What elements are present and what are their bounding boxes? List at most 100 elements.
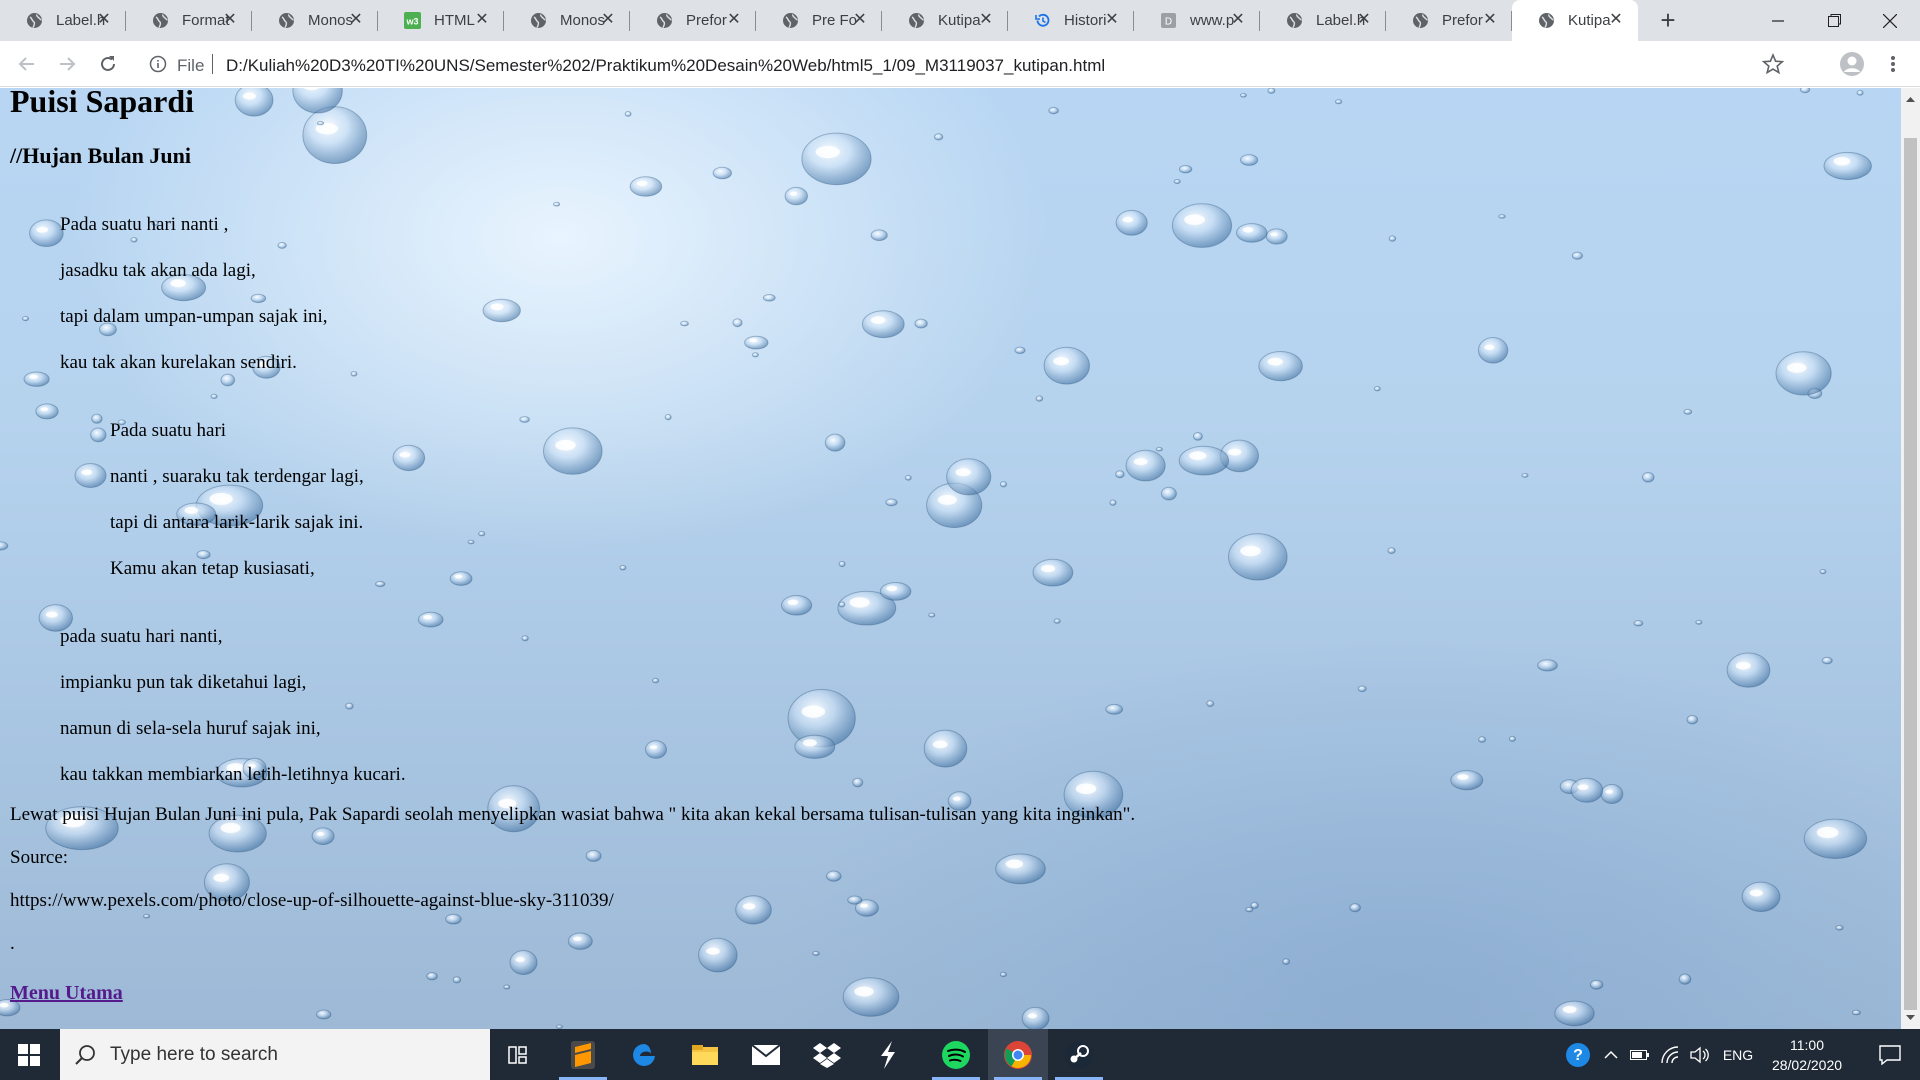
svg-text:D: D — [1165, 17, 1172, 28]
poem-line: impianku pun tak diketahui lagi, — [60, 672, 307, 693]
notifications-button[interactable] — [1866, 1029, 1914, 1080]
wifi-tray[interactable] — [1656, 1029, 1684, 1080]
tab-8[interactable]: Kutipa ✕ — [882, 0, 1008, 41]
clock-date: 28/02/2020 — [1771, 1057, 1843, 1073]
search-icon — [75, 1045, 95, 1065]
tab-11[interactable]: Label.h ✕ — [1260, 0, 1386, 41]
w3-icon: w3 — [404, 12, 421, 29]
taskbar-steam[interactable] — [1049, 1029, 1109, 1080]
tab-close-icon[interactable]: ✕ — [1481, 11, 1499, 29]
minimize-button[interactable] — [1750, 0, 1806, 41]
tab-12[interactable]: Prefor ✕ — [1386, 0, 1512, 41]
taskbar-file-explorer[interactable] — [675, 1029, 735, 1080]
globe-icon — [783, 13, 798, 28]
vertical-scrollbar[interactable] — [1901, 88, 1920, 1029]
svg-text:?: ? — [1573, 1047, 1583, 1064]
new-tab-button[interactable]: + — [1655, 7, 1681, 34]
taskbar-sublime-text[interactable] — [553, 1029, 613, 1080]
poem-line: pada suatu hari nanti, — [60, 626, 223, 647]
start-button[interactable] — [0, 1029, 58, 1080]
scroll-down-arrow-icon[interactable] — [1905, 1012, 1916, 1023]
poem-line: tapi dalam umpan-umpan sajak ini, — [60, 306, 328, 327]
taskbar-spotify[interactable] — [926, 1029, 986, 1080]
tab-6[interactable]: Prefor ✕ — [630, 0, 756, 41]
tab-close-icon[interactable]: ✕ — [977, 11, 995, 29]
wifi-icon — [1661, 1045, 1679, 1063]
tab-7[interactable]: Pre Fo ✕ — [756, 0, 882, 41]
info-icon[interactable] — [149, 55, 167, 73]
tab-close-icon[interactable]: ✕ — [1103, 11, 1121, 29]
stanza-2: Pada suatu hari nanti , suaraku tak terd… — [110, 420, 364, 604]
tab-1[interactable]: Label.h ✕ — [0, 0, 126, 41]
tab-13[interactable]: Kutipa ✕ — [1512, 0, 1638, 41]
tab-9[interactable]: Histori ✕ — [1008, 0, 1134, 41]
chrome-icon — [1004, 1040, 1032, 1069]
spotify-icon — [942, 1040, 970, 1069]
bookmark-star-icon[interactable] — [1762, 53, 1784, 75]
task-view-button[interactable] — [490, 1029, 550, 1080]
tab-close-icon[interactable]: ✕ — [851, 11, 869, 29]
poem-line: jasadku tak akan ada lagi, — [60, 260, 256, 281]
source-label: Source: — [10, 847, 69, 868]
browser-toolbar: File D:/Kuliah%20D3%20TI%20UNS/Semester%… — [0, 41, 1920, 87]
globe-icon — [909, 13, 924, 28]
page-viewport: Puisi Sapardi //Hujan Bulan Juni Pada su… — [0, 88, 1901, 1029]
url-text[interactable]: D:/Kuliah%20D3%20TI%20UNS/Semester%202/P… — [226, 56, 1105, 76]
arrow-left-icon — [18, 57, 34, 71]
tab-close-icon[interactable]: ✕ — [725, 11, 743, 29]
language-indicator[interactable]: ENG — [1718, 1029, 1758, 1080]
scroll-up-arrow-icon[interactable] — [1905, 94, 1916, 105]
taskbar-dropbox[interactable] — [797, 1029, 857, 1080]
tab-close-icon[interactable]: ✕ — [221, 11, 239, 29]
globe-icon — [27, 13, 42, 28]
trailing-dot: . — [10, 933, 15, 954]
clock-time: 11:00 — [1790, 1037, 1824, 1053]
menu-button[interactable] — [1879, 50, 1907, 78]
scheme-label: File — [177, 56, 205, 75]
tab-close-icon[interactable]: ✕ — [1355, 11, 1373, 29]
taskbar-clock[interactable]: 11:00 28/02/2020 — [1762, 1035, 1852, 1075]
stanza-3: pada suatu hari nanti, impianku pun tak … — [60, 626, 406, 810]
kebab-menu-icon — [1891, 56, 1895, 72]
taskbar-chrome[interactable] — [988, 1029, 1048, 1080]
tab-close-icon[interactable]: ✕ — [347, 11, 365, 29]
forward-button[interactable] — [53, 50, 81, 78]
taskbar-edge[interactable] — [614, 1029, 674, 1080]
tab-close-icon[interactable]: ✕ — [599, 11, 617, 29]
reload-button[interactable] — [94, 50, 122, 78]
tab-10[interactable]: Dwww.p ✕ — [1134, 0, 1260, 41]
menu-utama-link[interactable]: Menu Utama — [10, 982, 123, 1005]
taskbar-mail[interactable] — [736, 1029, 796, 1080]
closing-paragraph: Lewat puisi Hujan Bulan Juni ini pula, P… — [10, 804, 1136, 825]
tab-close-icon[interactable]: ✕ — [1229, 11, 1247, 29]
show-hidden-icons-button[interactable] — [1598, 1029, 1624, 1080]
taskbar-search[interactable]: Type here to search — [60, 1029, 490, 1080]
tab-4[interactable]: w3 HTML ✕ — [378, 0, 504, 41]
close-window-button[interactable] — [1862, 0, 1918, 41]
globe-icon — [531, 13, 546, 28]
back-button[interactable] — [13, 50, 41, 78]
svg-text:w3: w3 — [405, 17, 418, 27]
tab-close-icon[interactable]: ✕ — [95, 11, 113, 29]
tab-strip: Label.h ✕ Format ✕ Monos ✕ w3 HTML ✕ Monos ✕ Prefor… — [0, 0, 1920, 41]
mail-icon — [751, 1043, 781, 1065]
poem-line: tapi di antara larik-larik sajak ini. — [110, 512, 364, 533]
address-bar[interactable]: File D:/Kuliah%20D3%20TI%20UNS/Semester%… — [139, 47, 1802, 81]
taskbar-app-lightning[interactable] — [858, 1029, 918, 1080]
poem-title: //Hujan Bulan Juni — [10, 143, 191, 168]
volume-tray[interactable] — [1686, 1029, 1714, 1080]
tab-5[interactable]: Monos ✕ — [504, 0, 630, 41]
help-tray-button[interactable]: ? — [1560, 1029, 1596, 1080]
tab-close-icon[interactable]: ✕ — [473, 11, 491, 29]
reload-icon — [101, 56, 115, 71]
globe-icon — [153, 13, 168, 28]
profile-button[interactable] — [1838, 50, 1866, 78]
scroll-thumb[interactable] — [1904, 138, 1917, 1010]
battery-tray[interactable] — [1626, 1029, 1654, 1080]
tab-3[interactable]: Monos ✕ — [252, 0, 378, 41]
close-icon — [1883, 13, 1897, 28]
tab-close-icon[interactable]: ✕ — [1607, 11, 1625, 29]
restore-button[interactable] — [1806, 0, 1862, 41]
history-icon — [1035, 13, 1050, 27]
tab-2[interactable]: Format ✕ — [126, 0, 252, 41]
